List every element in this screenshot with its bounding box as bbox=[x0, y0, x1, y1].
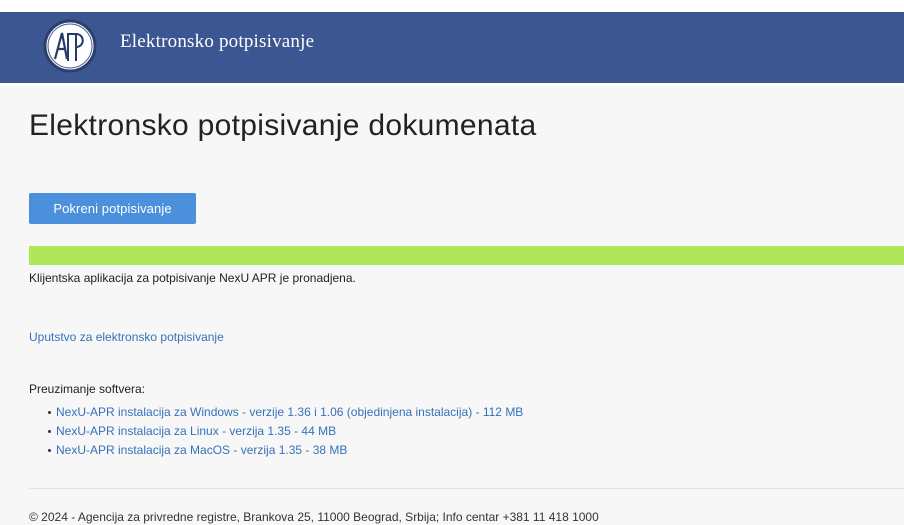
download-windows-item: NexU-APR instalacija za Windows - verzij… bbox=[47, 405, 523, 424]
downloads-label: Preuzimanje softvera: bbox=[29, 382, 146, 396]
status-message: Klijentska aplikacija za potpisivanje Ne… bbox=[29, 271, 356, 285]
download-macos-item: NexU-APR instalacija za MacOS - verzija … bbox=[47, 443, 523, 462]
success-status-bar bbox=[29, 246, 904, 265]
page: Elektronsko potpisivanje Elektronsko pot… bbox=[0, 0, 904, 525]
download-windows-link[interactable]: NexU-APR instalacija za Windows - verzij… bbox=[56, 405, 523, 419]
download-macos-link[interactable]: NexU-APR instalacija za MacOS - verzija … bbox=[56, 443, 347, 457]
start-signing-button[interactable]: Pokreni potpisivanje bbox=[29, 193, 196, 224]
download-linux-item: NexU-APR instalacija za Linux - verzija … bbox=[47, 424, 523, 443]
apr-logo-icon[interactable] bbox=[40, 16, 100, 76]
site-header: Elektronsko potpisivanje bbox=[0, 0, 904, 86]
download-linux-link[interactable]: NexU-APR instalacija za Linux - verzija … bbox=[56, 424, 336, 438]
software-download-list: NexU-APR instalacija za Windows - verzij… bbox=[47, 405, 523, 462]
signing-guide-link[interactable]: Uputstvo za elektronsko potpisivanje bbox=[29, 330, 224, 344]
footer-divider bbox=[29, 488, 904, 489]
footer-text: © 2024 - Agencija za privredne registre,… bbox=[29, 510, 599, 524]
app-title[interactable]: Elektronsko potpisivanje bbox=[120, 31, 314, 53]
page-title: Elektronsko potpisivanje dokumenata bbox=[29, 109, 537, 142]
